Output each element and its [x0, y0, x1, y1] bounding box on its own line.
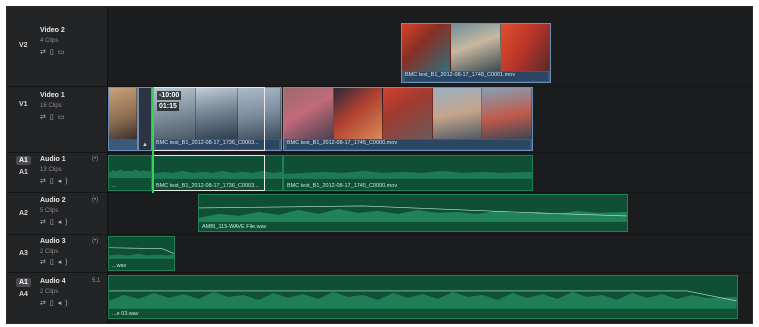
video-clip[interactable]: BMC test_B1_2012-08-17_1748_C0001.mov: [401, 23, 551, 83]
clip-count: 2 Clips: [40, 249, 59, 255]
clip-label: BMC test_B1_2012-08-17_1745_C0000.mov: [287, 183, 398, 189]
track-header-audio-1[interactable]: A1 A1 Audio 1 13 Clips (•) ⇄▯◂): [7, 153, 107, 193]
clip-thumbnails: [402, 24, 550, 71]
warning-icon: ▲: [142, 142, 148, 148]
track-name[interactable]: Video 2: [40, 27, 65, 34]
channel-mode: (•): [92, 156, 99, 162]
video-clip[interactable]: BMC test_B1_2012-08-17_1745_C0000.mov: [283, 87, 533, 151]
transform-icon[interactable]: ⇄: [40, 178, 50, 185]
track-name[interactable]: Audio 4: [40, 278, 66, 285]
speaker-icon[interactable]: ◂): [58, 259, 72, 266]
lane-audio-3[interactable]: [108, 235, 752, 273]
clip-count: 4 Clips: [40, 38, 59, 44]
clip-label: BMC test_B1_2012-08-17_1745_C0000.mov: [287, 140, 530, 149]
audio-clip[interactable]: ...e 03.wav: [108, 275, 738, 319]
monitor-icon[interactable]: ▭: [58, 114, 69, 121]
track-id: A1: [19, 169, 28, 176]
track-headers-panel: V2 Video 2 4 Clips ⇄▯▭ V1 Video 1 16 Cli…: [7, 7, 108, 323]
lock-icon[interactable]: ▯: [50, 259, 58, 266]
track-header-video-2[interactable]: V2 Video 2 4 Clips ⇄▯▭: [7, 7, 107, 87]
track-name[interactable]: Audio 2: [40, 197, 66, 204]
track-name[interactable]: Video 1: [40, 92, 65, 99]
track-id: A3: [19, 250, 28, 257]
transform-icon[interactable]: ⇄: [40, 49, 50, 56]
lock-icon[interactable]: ▯: [50, 114, 58, 121]
timecode-duration: 01:15: [157, 102, 179, 111]
clip-count: 5 Clips: [40, 208, 59, 214]
timeline-area[interactable]: BMC test_B1_2012-08-17_1748_C0001.mov ▲ …: [108, 7, 752, 323]
clip-selection-outline: [152, 155, 265, 191]
audio-waveform: [109, 290, 737, 309]
monitor-icon[interactable]: ▭: [58, 49, 69, 56]
clip-thumbnails: [109, 88, 137, 139]
channel-mode: (•): [92, 238, 99, 244]
playhead[interactable]: [152, 87, 154, 193]
channel-mode: (•): [92, 197, 99, 203]
audio-clip[interactable]: BMC test_B1_2012-08-17_1745_C0000.mov: [283, 155, 533, 191]
clip-label: BMC test_B1_2012-08-17_1748_C0001.mov: [405, 72, 548, 81]
speaker-icon[interactable]: ◂): [58, 300, 72, 307]
timeline-window: V2 Video 2 4 Clips ⇄▯▭ V1 Video 1 16 Cli…: [6, 6, 753, 324]
track-name[interactable]: Audio 3: [40, 238, 66, 245]
audio-waveform: [109, 169, 151, 179]
audio-clip[interactable]: ...wav: [108, 236, 175, 271]
clip-label: ...e 03.wav: [112, 311, 139, 317]
lock-icon[interactable]: ▯: [50, 219, 58, 226]
audio-waveform: [199, 205, 627, 222]
video-clip[interactable]: ▲: [138, 87, 152, 151]
track-header-audio-4[interactable]: A1 A4 Audio 4 2 Clips 5.1 ⇄▯◂): [7, 273, 107, 323]
track-id: V2: [19, 42, 28, 49]
source-patch-badge[interactable]: A1: [16, 278, 31, 287]
audio-clip[interactable]: AMBI_115-WAVE File.wav: [198, 194, 628, 232]
track-header-video-1[interactable]: V1 Video 1 16 Clips ⇄▯▭: [7, 87, 107, 153]
clip-label: ...: [112, 183, 117, 189]
clip-count: 13 Clips: [40, 167, 62, 173]
lock-icon[interactable]: ▯: [50, 300, 58, 307]
track-name[interactable]: Audio 1: [40, 156, 66, 163]
speaker-icon[interactable]: ◂): [58, 219, 72, 226]
transform-icon[interactable]: ⇄: [40, 259, 50, 266]
audio-waveform: [284, 170, 532, 179]
track-header-audio-2[interactable]: A2 Audio 2 5 Clips (•) ⇄▯◂): [7, 193, 107, 235]
track-id: A2: [19, 210, 28, 217]
track-id: A4: [19, 291, 28, 298]
track-id: V1: [19, 101, 28, 108]
timecode-offset: -10:00: [157, 91, 182, 100]
clip-thumbnails: [284, 88, 532, 139]
channel-mode: 5.1: [92, 278, 101, 284]
lock-icon[interactable]: ▯: [50, 49, 58, 56]
clip-count: 2 Clips: [40, 289, 59, 295]
audio-waveform: [109, 247, 174, 260]
transform-icon[interactable]: ⇄: [40, 114, 50, 121]
clip-label: AMBI_115-WAVE File.wav: [202, 224, 267, 230]
lock-icon[interactable]: ▯: [50, 178, 58, 185]
video-clip[interactable]: [108, 87, 138, 151]
clip-count: 16 Clips: [40, 103, 62, 109]
audio-clip[interactable]: ...: [108, 155, 152, 191]
speaker-icon[interactable]: ◂): [58, 178, 72, 185]
transform-icon[interactable]: ⇄: [40, 300, 50, 307]
source-patch-badge[interactable]: A1: [16, 156, 31, 165]
track-header-audio-3[interactable]: A3 Audio 3 2 Clips (•) ⇄▯◂): [7, 235, 107, 273]
transform-icon[interactable]: ⇄: [40, 219, 50, 226]
clip-label: ...wav: [112, 263, 127, 269]
